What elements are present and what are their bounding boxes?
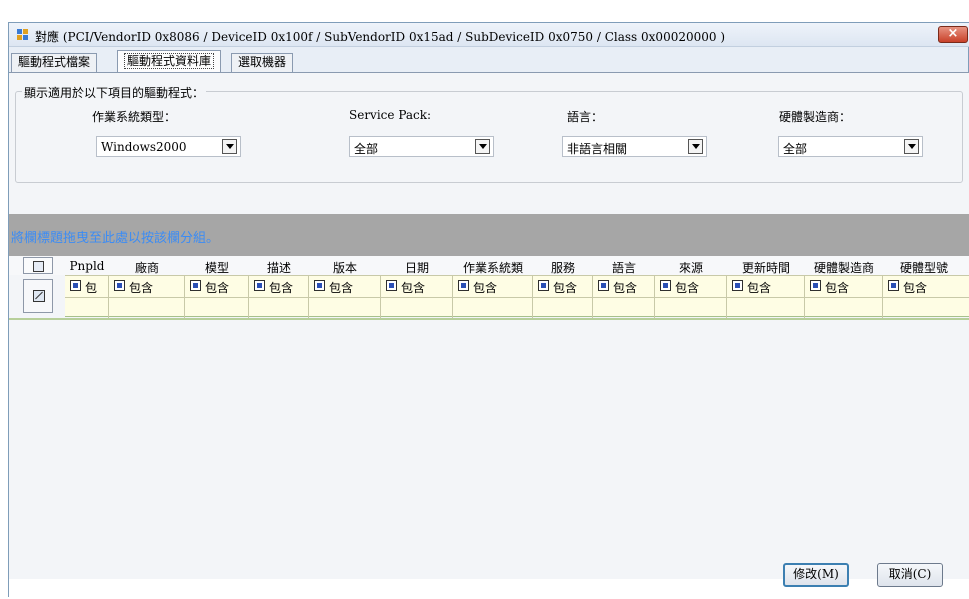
edit-row-icon[interactable]: [23, 279, 53, 313]
filter-operator-icon[interactable]: [538, 280, 549, 291]
os-type-value: Windows2000: [101, 140, 187, 154]
filter-operator-icon[interactable]: [660, 280, 671, 291]
grid-cell[interactable]: [805, 298, 883, 318]
tab-select-machine[interactable]: 選取機器: [231, 53, 294, 72]
filter-cell[interactable]: 包含: [309, 276, 381, 298]
grid-cell[interactable]: [533, 298, 593, 318]
filter-cell[interactable]: 包含: [381, 276, 453, 298]
filter-operator-icon[interactable]: [732, 280, 743, 291]
hardware-maker-label: 硬體製造商：: [779, 110, 852, 124]
column-header-update-time[interactable]: 更新時間: [727, 259, 805, 276]
filter-operator-icon[interactable]: [254, 280, 265, 291]
grid-cell[interactable]: [727, 298, 805, 318]
chevron-down-icon[interactable]: [222, 139, 237, 154]
filter-operator-icon[interactable]: [810, 280, 821, 291]
column-chooser-icon[interactable]: [23, 257, 53, 274]
column-header-source[interactable]: 來源: [655, 259, 727, 276]
filter-operator-icon[interactable]: [314, 280, 325, 291]
column-header-model[interactable]: 模型: [185, 259, 249, 276]
filter-operator-icon[interactable]: [458, 280, 469, 291]
grid-new-row[interactable]: [65, 297, 969, 318]
title-bar: 對應 (PCI/VendorID 0x8086 / DeviceID 0x100…: [9, 23, 969, 47]
column-header-os-type[interactable]: 作業系統類: [453, 259, 533, 276]
language-dropdown[interactable]: 非語言相關: [562, 136, 707, 157]
grid-cell[interactable]: [109, 298, 185, 318]
filter-operator-icon[interactable]: [190, 280, 201, 291]
chevron-down-icon[interactable]: [904, 139, 919, 154]
grid-cell[interactable]: [185, 298, 249, 318]
grid-cell[interactable]: [381, 298, 453, 318]
group-by-panel[interactable]: 將欄標題拖曳至此處以按該欄分組。: [9, 214, 969, 256]
modify-button[interactable]: 修改(M): [783, 563, 849, 587]
grid-cell[interactable]: [593, 298, 655, 318]
column-header-language[interactable]: 語言: [593, 259, 655, 276]
filter-cell[interactable]: 包含: [185, 276, 249, 298]
filter-operator-icon[interactable]: [114, 280, 125, 291]
filter-operator-icon[interactable]: [888, 280, 899, 291]
grid-filter-row: 包 包含 包含 包含 包含 包含 包含 包含 包含 包含 包含 包含 包含: [65, 275, 969, 298]
grid-cell[interactable]: [883, 298, 969, 318]
filter-cell[interactable]: 包: [65, 276, 109, 298]
driver-grid: Pnpld 廠商 模型 描述 版本 日期 作業系統類 服務 語言 來源 更新時間…: [9, 256, 969, 579]
filter-operator-icon[interactable]: [70, 280, 81, 291]
grid-header-row: Pnpld 廠商 模型 描述 版本 日期 作業系統類 服務 語言 來源 更新時間…: [9, 256, 969, 275]
column-header-version[interactable]: 版本: [309, 259, 381, 276]
filter-cell[interactable]: 包含: [593, 276, 655, 298]
filter-cell[interactable]: 包含: [533, 276, 593, 298]
column-header-date[interactable]: 日期: [381, 259, 453, 276]
filter-cell[interactable]: 包含: [883, 276, 969, 298]
grid-cell[interactable]: [453, 298, 533, 318]
filter-cell[interactable]: 包含: [727, 276, 805, 298]
filter-group: 顯示適用於以下項目的驅動程式： 作業系統類型： Windows2000 Serv…: [15, 84, 963, 183]
hardware-maker-dropdown[interactable]: 全部: [778, 136, 923, 157]
os-type-dropdown[interactable]: Windows2000: [96, 136, 241, 157]
tab-driver-database[interactable]: 驅動程式資料庫: [117, 50, 222, 72]
grid-cell[interactable]: [249, 298, 309, 318]
column-header-vendor[interactable]: 廠商: [109, 259, 185, 276]
service-pack-dropdown[interactable]: 全部: [349, 136, 494, 157]
filter-cell[interactable]: 包含: [655, 276, 727, 298]
filter-legend: 顯示適用於以下項目的驅動程式：: [22, 84, 207, 101]
column-header-hardware-model[interactable]: 硬體型號: [883, 259, 965, 276]
language-value: 非語言相關: [567, 142, 628, 156]
cancel-button[interactable]: 取消(C): [877, 563, 943, 587]
column-header-hardware-maker[interactable]: 硬體製造商: [805, 259, 883, 276]
filter-cell[interactable]: 包含: [453, 276, 533, 298]
chevron-down-icon[interactable]: [688, 139, 703, 154]
language-label: 語言：: [567, 110, 604, 124]
filter-cell[interactable]: 包含: [109, 276, 185, 298]
chevron-down-icon[interactable]: [475, 139, 490, 154]
column-header-pnpid[interactable]: Pnpld: [65, 259, 109, 273]
group-by-hint: 將欄標題拖曳至此處以按該欄分組。: [11, 231, 220, 246]
grid-cell[interactable]: [65, 298, 109, 318]
os-type-label: 作業系統類型：: [92, 110, 177, 124]
filter-cell[interactable]: 包含: [249, 276, 309, 298]
filter-operator-icon[interactable]: [598, 280, 609, 291]
grid-cell[interactable]: [655, 298, 727, 318]
dialog-window: 對應 (PCI/VendorID 0x8086 / DeviceID 0x100…: [8, 22, 969, 599]
hardware-maker-value: 全部: [783, 142, 808, 156]
close-button[interactable]: ×: [938, 26, 968, 43]
tab-driver-files[interactable]: 驅動程式檔案: [11, 53, 98, 72]
driver-database-page: 顯示適用於以下項目的驅動程式： 作業系統類型： Windows2000 Serv…: [9, 72, 969, 599]
service-pack-label: Service Pack:: [349, 108, 432, 122]
service-pack-value: 全部: [354, 142, 379, 156]
filter-operator-icon[interactable]: [386, 280, 397, 291]
window-title: 對應 (PCI/VendorID 0x8086 / DeviceID 0x100…: [35, 30, 726, 44]
grid-cell[interactable]: [309, 298, 381, 318]
column-header-service[interactable]: 服務: [533, 259, 593, 276]
app-icon: [17, 29, 29, 41]
column-header-description[interactable]: 描述: [249, 259, 309, 276]
filter-cell[interactable]: 包含: [805, 276, 883, 298]
grid-divider: [9, 318, 969, 320]
